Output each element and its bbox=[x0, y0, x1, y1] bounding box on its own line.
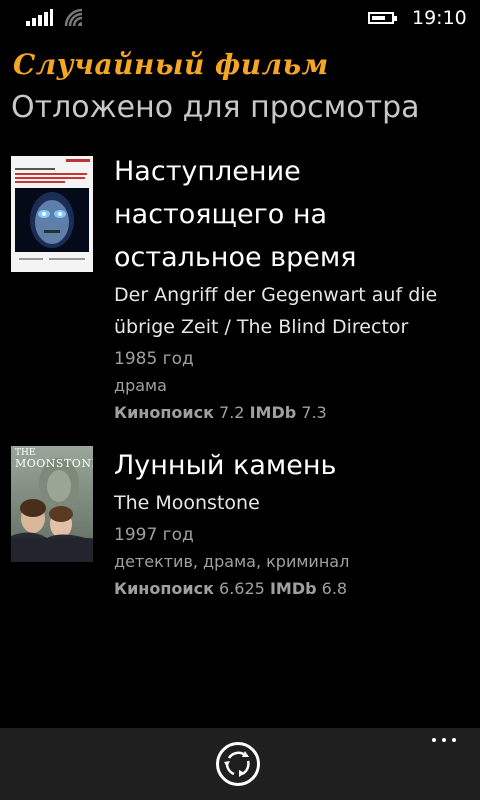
page-title: Отложено для просмотра bbox=[11, 90, 420, 125]
rating-kp-label: Кинопоиск bbox=[114, 403, 214, 422]
rating-kp-value: 6.625 bbox=[219, 579, 265, 598]
movie-original-title: The Moonstone bbox=[114, 492, 260, 514]
movie-year: 1985 год bbox=[114, 349, 194, 369]
rating-imdb-label: IMDb bbox=[249, 403, 297, 422]
rating-imdb-label: IMDb bbox=[269, 579, 317, 598]
movie-original-title: Der Angriff der Gegenwart auf die übrige… bbox=[114, 284, 438, 338]
movie-poster bbox=[11, 156, 93, 272]
poster-title-large: MOONSTONE bbox=[15, 457, 93, 470]
movie-genres: детектив, драма, криминал bbox=[114, 552, 350, 571]
wifi-icon bbox=[64, 8, 83, 27]
app-title: Случайный фильм bbox=[13, 48, 329, 81]
battery-icon bbox=[368, 12, 397, 24]
rating-imdb-value: 6.8 bbox=[321, 579, 348, 598]
rating-kp-label: Кинопоиск bbox=[114, 579, 214, 598]
movie-ratings: Кинопоиск 6.625 IMDb 6.8 bbox=[114, 575, 464, 603]
movie-ratings: Кинопоиск 7.2 IMDb 7.3 bbox=[114, 399, 464, 427]
rating-imdb-value: 7.3 bbox=[301, 403, 327, 422]
signal-icon bbox=[26, 9, 53, 26]
movie-title: Наступление настоящего на остальное врем… bbox=[114, 156, 357, 273]
status-bar: 19:10 bbox=[0, 0, 480, 34]
movie-poster: THE MOONSTONE bbox=[11, 446, 93, 562]
more-icon[interactable] bbox=[432, 736, 458, 744]
refresh-icon bbox=[224, 751, 250, 777]
movie-genres: драма bbox=[114, 376, 167, 395]
status-time: 19:10 bbox=[412, 7, 467, 29]
movie-title: Лунный камень bbox=[114, 450, 337, 481]
app-bar bbox=[0, 728, 480, 800]
refresh-button[interactable] bbox=[216, 742, 260, 786]
movie-year: 1997 год bbox=[114, 525, 194, 545]
rating-kp-value: 7.2 bbox=[219, 403, 245, 422]
